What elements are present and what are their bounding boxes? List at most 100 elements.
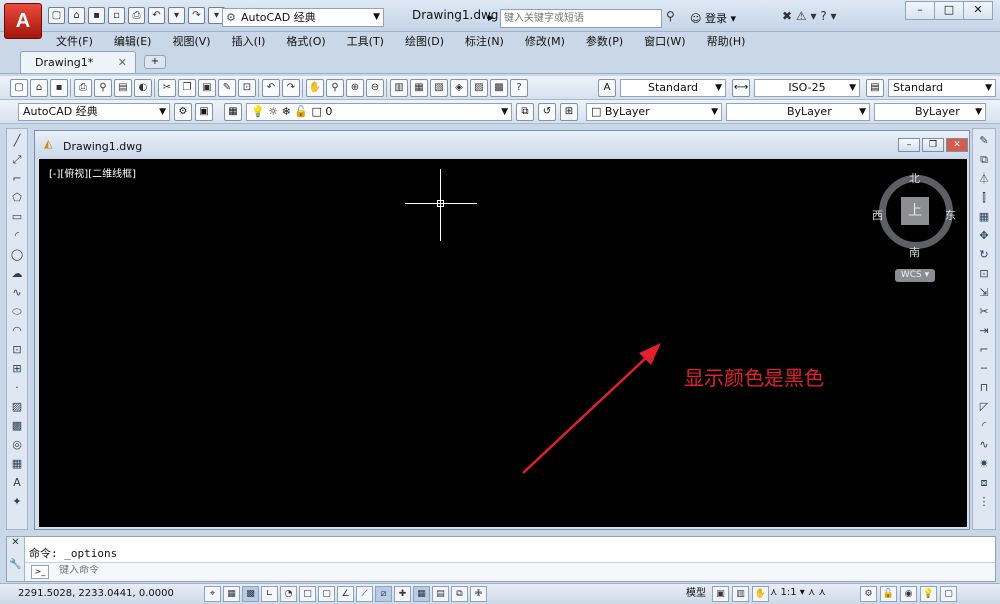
design-center-icon[interactable]: ▦ [410, 79, 428, 97]
menu-format[interactable]: 格式(O) [286, 33, 325, 49]
grid-display-icon[interactable]: ▩ [242, 586, 259, 602]
drawing-canvas[interactable]: [-][俯视][二维线框] 上 北 南 东 西 WCS ▾ 显示颜色是黑色 [39, 159, 967, 527]
quick-properties-icon[interactable]: ▤ [432, 586, 449, 602]
redo-icon[interactable]: ↷ [282, 79, 300, 97]
point-icon[interactable]: · [9, 380, 25, 396]
quick-view-layouts-icon[interactable]: ▣ [712, 586, 729, 602]
paste-icon[interactable]: ▣ [198, 79, 216, 97]
workspace-select[interactable]: ⚙ AutoCAD 经典 ▼ [222, 8, 384, 27]
fillet-icon[interactable]: ◜ [976, 418, 992, 434]
grip-icon[interactable]: ⋮ [976, 494, 992, 510]
quick-view-drawings-icon[interactable]: ▥ [732, 586, 749, 602]
3d-object-snap-icon[interactable]: ▢ [318, 586, 335, 602]
tab-drawing1[interactable]: Drawing1* ✕ [20, 51, 136, 73]
layer-properties-icon[interactable]: ▦ [224, 103, 242, 121]
redo-icon[interactable]: ↷ [188, 7, 205, 24]
help-icon[interactable]: ? [820, 9, 826, 23]
minimize-button[interactable]: – [905, 1, 935, 20]
new-file-icon[interactable]: ▢ [48, 7, 65, 24]
selection-cycling-icon[interactable]: ⧉ [451, 586, 468, 602]
spline-icon[interactable]: ∿ [9, 285, 25, 301]
join-icon[interactable]: ⊓ [976, 380, 992, 396]
menu-insert[interactable]: 插入(I) [232, 33, 266, 49]
menu-window[interactable]: 窗口(W) [644, 33, 685, 49]
block-editor-icon[interactable]: ⊡ [238, 79, 256, 97]
layer-select[interactable]: 💡 ☼ ❄ 🔓 □ 0 ▼ [246, 103, 512, 121]
multiline-text-icon[interactable]: A [9, 475, 25, 491]
workspace-settings-icon[interactable]: ⚙ [174, 103, 192, 121]
copy-icon[interactable]: ❐ [178, 79, 196, 97]
ellipse-icon[interactable]: ⬭ [9, 304, 25, 320]
match-properties-icon[interactable]: ✎ [218, 79, 236, 97]
save-icon[interactable]: ▪ [88, 7, 105, 24]
save-as-icon[interactable]: ▫ [108, 7, 125, 24]
properties-icon[interactable]: ▥ [390, 79, 408, 97]
dim-style-icon[interactable]: ⟷ [732, 79, 750, 97]
make-current-layer-icon[interactable]: ⧉ [516, 103, 534, 121]
polar-tracking-icon[interactable]: ◔ [280, 586, 297, 602]
construction-line-icon[interactable]: ⤢ [9, 152, 25, 168]
infer-constraints-icon[interactable]: ⌖ [204, 586, 221, 602]
menu-modify[interactable]: 修改(M) [525, 33, 565, 49]
help-icon[interactable]: ? [510, 79, 528, 97]
login-button[interactable]: ☺ 登录 ▾ [690, 10, 736, 26]
lock-ui-icon[interactable]: 🔓 [880, 586, 897, 602]
autocad-logo-button[interactable]: A [4, 3, 42, 39]
hatch-icon[interactable]: ▨ [9, 399, 25, 415]
dynamic-input-icon[interactable]: ⧄ [375, 586, 392, 602]
table-icon[interactable]: ▦ [9, 456, 25, 472]
exchange-icon[interactable]: ✖ [782, 9, 792, 23]
new-tab-button[interactable]: + [144, 55, 166, 69]
table-style-select[interactable]: Standard ▼ [888, 79, 996, 97]
line-icon[interactable]: ╱ [9, 133, 25, 149]
ortho-mode-icon[interactable]: ∟ [261, 586, 278, 602]
drawing-close-button[interactable]: ✕ [946, 138, 968, 152]
revision-cloud-icon[interactable]: ☁ [9, 266, 25, 282]
undo-dropdown-icon[interactable]: ▾ [168, 7, 185, 24]
insert-block-icon[interactable]: ⊡ [9, 342, 25, 358]
dim-style-select[interactable]: ISO-25 ▼ [754, 79, 860, 97]
array-icon[interactable]: ▦ [976, 209, 992, 225]
model-space-button[interactable]: 模型 [686, 586, 706, 601]
maximize-button[interactable]: □ [934, 1, 964, 20]
layer-state-icon[interactable]: ⊞ [560, 103, 578, 121]
polygon-icon[interactable]: ⬠ [9, 190, 25, 206]
stretch-icon[interactable]: ⇲ [976, 285, 992, 301]
zoom-window-icon[interactable]: ⊕ [346, 79, 364, 97]
hardware-acceleration-icon[interactable]: ◉ [900, 586, 917, 602]
region-icon[interactable]: ◎ [9, 437, 25, 453]
text-style-icon[interactable]: A [598, 79, 616, 97]
annotation-monitor-icon[interactable]: ✙ [470, 586, 487, 602]
undo-icon[interactable]: ↶ [148, 7, 165, 24]
copy-object-icon[interactable]: ⧉ [976, 152, 992, 168]
ellipse-arc-icon[interactable]: ◠ [9, 323, 25, 339]
make-block-icon[interactable]: ⊞ [9, 361, 25, 377]
circle-icon[interactable]: ◯ [9, 247, 25, 263]
close-icon[interactable]: ✕ [118, 56, 127, 69]
linetype-select[interactable]: ByLayer ▼ [726, 103, 870, 121]
draworder-icon[interactable]: ⧈ [976, 475, 992, 491]
erase-icon[interactable]: ✎ [976, 133, 992, 149]
blend-curves-icon[interactable]: ∿ [976, 437, 992, 453]
drawing-minimize-button[interactable]: – [898, 138, 920, 152]
open-file-icon[interactable]: ⌂ [68, 7, 85, 24]
menu-help[interactable]: 帮助(H) [707, 33, 746, 49]
object-snap-icon[interactable]: □ [299, 586, 316, 602]
rectangle-icon[interactable]: ▭ [9, 209, 25, 225]
break-at-point-icon[interactable]: ⌐ [976, 342, 992, 358]
text-style-select[interactable]: Standard ▼ [620, 79, 726, 97]
print-icon[interactable]: ⎙ [128, 7, 145, 24]
chamfer-icon[interactable]: ◸ [976, 399, 992, 415]
calculator-icon[interactable]: ▩ [490, 79, 508, 97]
arc-icon[interactable]: ◜ [9, 228, 25, 244]
zoom-previous-icon[interactable]: ⊖ [366, 79, 384, 97]
lineweight-icon[interactable]: ✚ [394, 586, 411, 602]
explode-icon[interactable]: ✷ [976, 456, 992, 472]
object-snap-tracking-icon[interactable]: ∠ [337, 586, 354, 602]
table-style-icon[interactable]: ▤ [866, 79, 884, 97]
pan-status-icon[interactable]: ✋ [752, 586, 769, 602]
drawing-restore-button[interactable]: ❐ [922, 138, 944, 152]
command-prompt-icon[interactable]: >_ [31, 565, 49, 579]
plot-icon[interactable]: ⎙ [74, 79, 92, 97]
rotate-icon[interactable]: ↻ [976, 247, 992, 263]
